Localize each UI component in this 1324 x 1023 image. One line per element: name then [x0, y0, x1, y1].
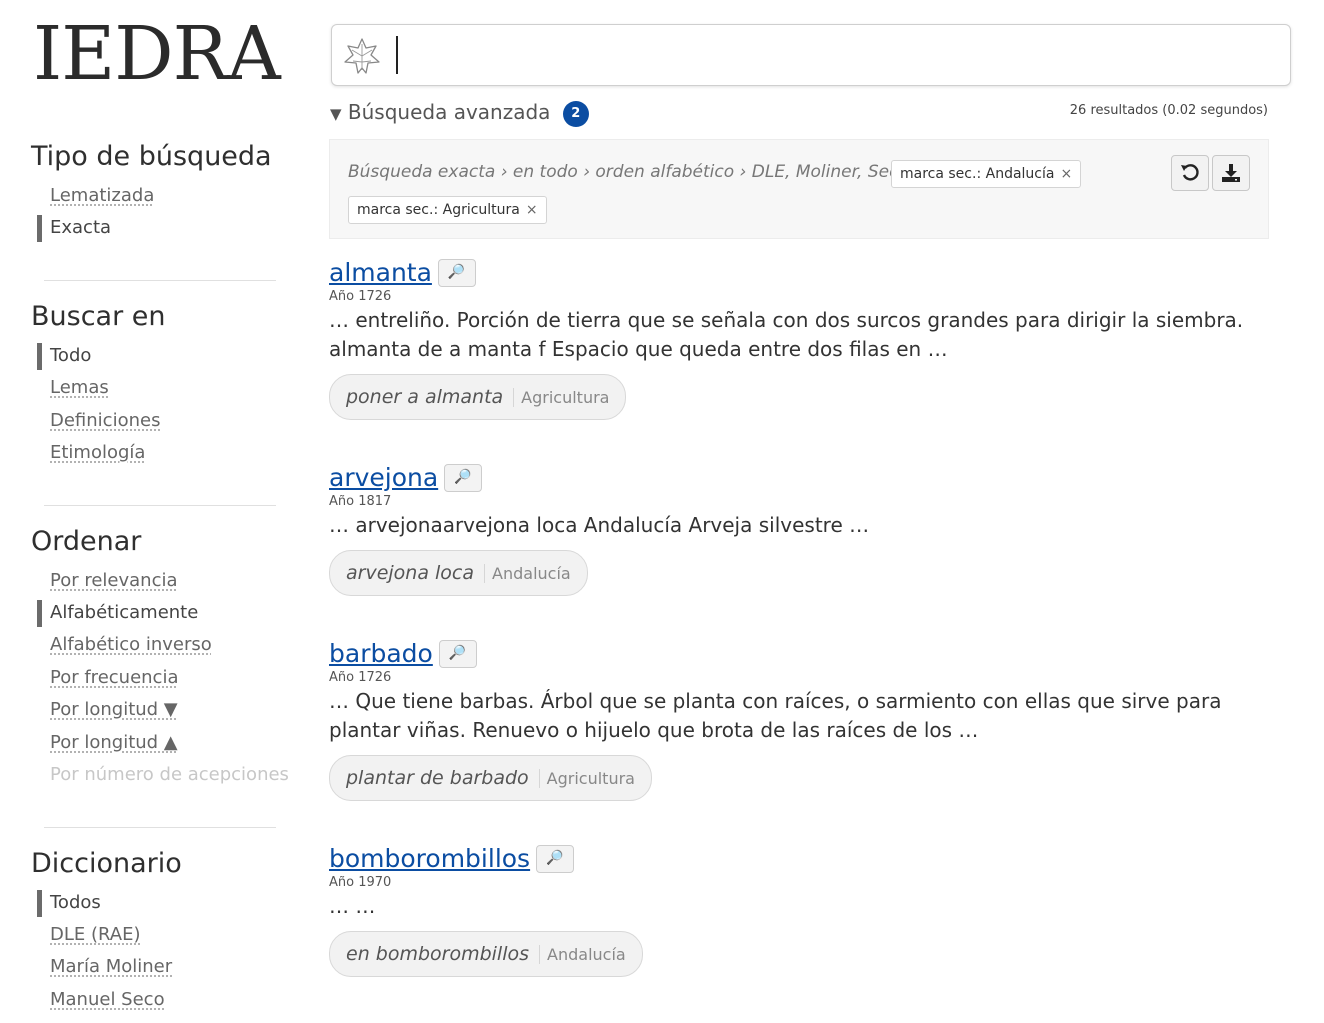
- result-item: barbado 🔎 Año 1726 … Que tiene barbas. Ár…: [329, 639, 1259, 801]
- magnifier-icon: 🔎: [454, 468, 472, 485]
- lookup-button[interactable]: 🔎: [536, 844, 575, 873]
- result-item: almanta 🔎 Año 1726 … entreliño. Porción d…: [329, 258, 1259, 420]
- phrase-text: plantar de barbado: [346, 767, 529, 789]
- result-item: arvejona 🔎 Año 1817 … arvejonaarvejona lo…: [329, 463, 1259, 596]
- site-logo[interactable]: IEDRA: [33, 14, 281, 94]
- search-in-heading: Buscar en: [31, 301, 166, 332]
- reset-filters-button[interactable]: [1171, 155, 1209, 191]
- result-snippet: … Que tiene barbas. Árbol que se planta …: [329, 689, 1222, 742]
- result-snippet: … …: [329, 894, 376, 918]
- phrase-tag: Andalucía: [484, 564, 571, 583]
- sidebar-divider: [44, 505, 276, 506]
- active-filters-panel: Búsqueda exacta › en todo › orden alfabé…: [329, 139, 1269, 239]
- sort-heading: Ordenar: [31, 526, 142, 557]
- lookup-button[interactable]: 🔎: [444, 463, 483, 492]
- filter-chip-agricultura[interactable]: marca sec.: Agricultura ×: [348, 196, 547, 224]
- advanced-search-toggle[interactable]: ▼ Búsqueda avanzada 2: [330, 100, 589, 127]
- magnifier-icon: 🔎: [546, 849, 564, 866]
- search-type-exacta[interactable]: Exacta: [36, 215, 111, 242]
- search-box[interactable]: [331, 24, 1291, 86]
- result-year: Año 1970: [329, 875, 392, 890]
- phrase-text: en bomborombillos: [346, 943, 530, 965]
- magnifier-icon: 🔎: [447, 263, 466, 280]
- result-phrase-pill[interactable]: arvejona loca Andalucía: [329, 550, 588, 596]
- lookup-button[interactable]: 🔎: [437, 258, 476, 287]
- result-headword-link[interactable]: bomborombillos: [329, 844, 530, 873]
- result-phrase-pill[interactable]: plantar de barbado Agricultura: [329, 755, 652, 801]
- filter-chip-label: marca sec.: Agricultura: [357, 202, 520, 218]
- download-icon: [1222, 164, 1240, 182]
- dictionary-seco[interactable]: Manuel Seco: [50, 989, 165, 1010]
- result-year: Año 1726: [329, 670, 392, 685]
- filter-chip-andalucia[interactable]: marca sec.: Andalucía ×: [891, 160, 1082, 188]
- result-phrase-pill[interactable]: en bomborombillos Andalucía: [329, 931, 643, 977]
- search-type-lematizada[interactable]: Lematizada: [50, 185, 154, 206]
- result-year: Año 1726: [329, 289, 392, 304]
- dictionary-todos[interactable]: Todos: [37, 890, 101, 917]
- triangle-down-icon: ▼: [330, 105, 342, 123]
- sort-sense-count: Por número de acepciones: [50, 764, 289, 785]
- search-type-heading: Tipo de búsqueda: [31, 141, 272, 172]
- magnifier-icon: 🔎: [448, 644, 467, 661]
- phrase-tag: Agricultura: [538, 769, 635, 788]
- result-headword-link[interactable]: arvejona: [329, 463, 438, 492]
- phrase-tag: Andalucía: [539, 945, 626, 964]
- search-in-etimologia[interactable]: Etimología: [50, 442, 145, 463]
- sort-length-asc[interactable]: Por longitud ▲: [50, 732, 178, 753]
- close-icon[interactable]: ×: [1060, 166, 1072, 182]
- search-breadcrumb: Búsqueda exacta › en todo › orden alfabé…: [348, 162, 922, 182]
- phrase-text: arvejona loca: [346, 562, 475, 584]
- sort-length-desc[interactable]: Por longitud ▼: [50, 699, 178, 720]
- lookup-button[interactable]: 🔎: [438, 639, 477, 668]
- undo-icon: [1181, 164, 1199, 181]
- close-icon[interactable]: ×: [526, 202, 538, 218]
- sort-reverse-alphabetical[interactable]: Alfabético inverso: [50, 634, 212, 655]
- search-in-definiciones[interactable]: Definiciones: [50, 410, 160, 431]
- dictionary-dle[interactable]: DLE (RAE): [50, 924, 141, 945]
- filter-count-badge: 2: [562, 101, 589, 127]
- sidebar-divider: [44, 280, 276, 281]
- result-snippet: … entreliño. Porción de tierra que se se…: [329, 308, 1244, 361]
- text-caret: [396, 36, 398, 74]
- result-headword-link[interactable]: almanta: [329, 258, 432, 287]
- result-headword-link[interactable]: barbado: [329, 639, 433, 668]
- sort-alphabetical[interactable]: Alfabéticamente: [36, 600, 198, 627]
- advanced-search-label: Búsqueda avanzada: [347, 100, 551, 124]
- search-in-todo[interactable]: Todo: [36, 343, 91, 370]
- phrase-text: poner a almanta: [346, 386, 504, 408]
- sidebar-divider: [44, 827, 276, 828]
- sort-relevance[interactable]: Por relevancia: [50, 570, 178, 591]
- sort-frequency[interactable]: Por frecuencia: [50, 667, 178, 688]
- download-results-button[interactable]: [1212, 155, 1250, 191]
- dictionary-moliner[interactable]: María Moliner: [50, 956, 172, 977]
- result-phrase-pill[interactable]: poner a almanta Agricultura: [329, 374, 627, 420]
- search-in-lemas[interactable]: Lemas: [50, 377, 109, 398]
- result-item: bomborombillos 🔎 Año 1970 … … en bomborom…: [329, 844, 1259, 977]
- result-year: Año 1817: [329, 494, 392, 509]
- ivy-leaf-icon: [344, 38, 380, 74]
- dictionary-heading: Diccionario: [31, 848, 182, 879]
- search-input[interactable]: [402, 35, 1276, 77]
- filter-chip-label: marca sec.: Andalucía: [900, 166, 1055, 182]
- phrase-tag: Agricultura: [513, 388, 610, 407]
- result-snippet: … arvejonaarvejona loca Andalucía Arveja…: [329, 513, 870, 537]
- results-count: 26 resultados (0.02 segundos): [1069, 103, 1268, 118]
